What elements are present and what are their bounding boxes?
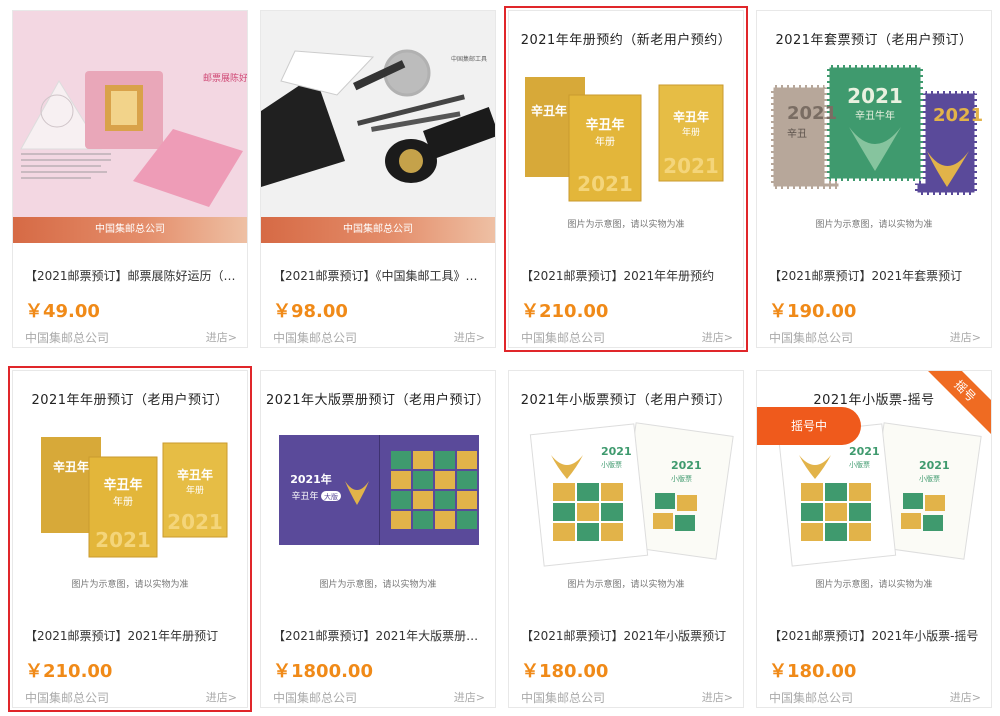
product-image[interactable]: 2021年套票预订（老用户预订） 2021 辛丑牛年 2021 辛丑 2021 … [757,11,991,243]
calendar-subtext: 邮票展陈好运历 [203,72,247,84]
enter-shop-link[interactable]: 进店> [454,689,485,705]
svg-text:年册: 年册 [113,495,133,508]
svg-text:辛丑牛年: 辛丑牛年 [855,109,895,122]
svg-text:辛丑年: 辛丑年 [673,109,709,124]
image-note: 图片为示意图，请以实物为准 [815,220,933,230]
shop-name: 中国集邮总公司 [25,331,110,345]
svg-text:小版票: 小版票 [671,474,692,483]
product-card-4[interactable]: 2021年套票预订（老用户预订） 2021 辛丑牛年 2021 辛丑 2021 … [756,10,992,348]
product-card-8[interactable]: 2021年小版票-摇号 2021 小版票 2021 小版票 摇号中 摇号 图片为… [756,370,992,708]
product-price: ￥210.00 [25,661,113,682]
product-image[interactable]: 2021年小版票-摇号 2021 小版票 2021 小版票 摇号中 摇号 图片为… [757,371,991,603]
svg-text:辛丑: 辛丑 [787,127,807,140]
svg-text:大版: 大版 [324,492,338,501]
svg-text:2021: 2021 [787,103,837,124]
image-title: 2021年大版票册预订（老用户预订） [265,393,491,408]
svg-text:2021: 2021 [663,154,719,178]
product-card-2[interactable]: 中国集邮工具 中国集邮总公司 【2021邮票预订】《中国集邮工具》… ￥98.0… [260,10,496,348]
svg-text:辛丑年: 辛丑年 [531,103,567,118]
product-name[interactable]: 【2021邮票预订】2021年套票预订 [769,267,983,284]
enter-shop-link[interactable]: 进店> [206,329,237,345]
svg-text:辛丑年: 辛丑年 [103,477,142,493]
svg-text:辛丑年: 辛丑年 [291,490,318,502]
image-note: 图片为示意图，请以实物为准 [319,580,437,590]
product-name[interactable]: 【2021邮票预订】2021年年册预订 [25,627,239,644]
product-card-5[interactable]: 2021年年册预订（老用户预订） 辛丑年 辛丑年 年册 2021 辛丑年 年册 … [8,366,252,712]
image-note: 图片为示意图，请以实物为准 [567,220,685,230]
image-note: 图片为示意图，请以实物为准 [567,580,685,590]
calendar-illustration: 邮票展陈好运历 [20,71,247,207]
product-price: ￥1800.00 [273,661,373,682]
product-price: ￥210.00 [521,301,609,322]
product-price: ￥98.00 [273,301,348,322]
lottery-status-badge: 摇号中 [757,407,861,445]
svg-text:2021: 2021 [671,459,702,472]
svg-text:2021: 2021 [919,459,950,472]
product-price: ￥190.00 [769,301,857,322]
product-name[interactable]: 【2021邮票预订】2021年大版票册预订 [273,627,487,644]
image-title: 2021年套票预订（老用户预订） [775,33,973,48]
product-name[interactable]: 【2021邮票预订】2021年年册预约 [521,267,735,284]
svg-text:年册: 年册 [682,126,700,138]
product-name[interactable]: 【2021邮票预订】2021年小版票预订 [521,627,735,644]
product-image[interactable]: 2021年年册预约（新老用户预约） 辛丑年 辛丑年 年册 2021 辛丑年 年册… [509,11,743,243]
shop-name: 中国集邮总公司 [521,331,606,345]
product-price: ￥49.00 [25,301,100,322]
image-title: 2021年年册预订（老用户预订） [31,393,229,408]
svg-text:辛丑年: 辛丑年 [585,117,624,133]
tools-subtext: 中国集邮工具 [451,55,487,63]
product-image[interactable]: 邮票展陈好运历 中国集邮总公司 [13,11,247,243]
product-card-3[interactable]: 2021年年册预约（新老用户预约） 辛丑年 辛丑年 年册 2021 辛丑年 年册… [504,6,748,352]
image-note: 图片为示意图，请以实物为准 [71,580,189,590]
publisher-banner: 中国集邮总公司 [13,217,247,243]
shop-name: 中国集邮总公司 [769,691,854,705]
product-image[interactable]: 2021年大版票册预订（老用户预订） 2021年 辛丑年 大版 图片为示意图，请… [261,371,495,603]
product-image[interactable]: 2021年年册预订（老用户预订） 辛丑年 辛丑年 年册 2021 辛丑年 年册 … [13,371,247,603]
image-title: 2021年小版票预订（老用户预订） [520,393,732,408]
product-card-6[interactable]: 2021年大版票册预订（老用户预订） 2021年 辛丑年 大版 图片为示意图，请… [260,370,496,708]
shop-name: 中国集邮总公司 [273,331,358,345]
product-image[interactable]: 中国集邮工具 中国集邮总公司 [261,11,495,243]
svg-text:小版票: 小版票 [849,460,870,469]
product-name[interactable]: 【2021邮票预订】2021年小版票-摇号 [769,627,983,644]
shop-name: 中国集邮总公司 [521,691,606,705]
svg-text:小版票: 小版票 [601,460,622,469]
svg-text:2021: 2021 [933,105,983,126]
shop-name: 中国集邮总公司 [25,691,110,705]
image-note: 图片为示意图，请以实物为准 [815,580,933,590]
svg-text:小版票: 小版票 [919,474,940,483]
product-name[interactable]: 【2021邮票预订】邮票展陈好运历（… [25,267,239,284]
product-price: ￥180.00 [769,661,857,682]
product-price: ￥180.00 [521,661,609,682]
publisher-banner: 中国集邮总公司 [261,217,495,243]
product-image[interactable]: 2021年小版票预订（老用户预订） 2021 小版票 2021 小版票 图片为示… [509,371,743,603]
svg-text:2021: 2021 [167,510,223,534]
enter-shop-link[interactable]: 进店> [702,329,733,345]
svg-text:年册: 年册 [595,135,615,148]
svg-text:2021: 2021 [95,528,151,552]
svg-text:2021年: 2021年 [290,472,332,486]
enter-shop-link[interactable]: 进店> [950,329,981,345]
product-card-7[interactable]: 2021年小版票预订（老用户预订） 2021 小版票 2021 小版票 图片为示… [508,370,744,708]
svg-text:2021: 2021 [849,445,880,458]
svg-text:2021: 2021 [577,172,633,196]
svg-text:辛丑年: 辛丑年 [53,459,89,474]
svg-text:2021: 2021 [601,445,632,458]
shop-name: 中国集邮总公司 [273,691,358,705]
shop-name: 中国集邮总公司 [769,331,854,345]
svg-text:2021: 2021 [847,84,903,108]
enter-shop-link[interactable]: 进店> [702,689,733,705]
product-name[interactable]: 【2021邮票预订】《中国集邮工具》… [273,267,487,284]
tools-illustration: 中国集邮工具 [261,49,495,187]
enter-shop-link[interactable]: 进店> [950,689,981,705]
svg-text:辛丑年: 辛丑年 [177,467,213,482]
enter-shop-link[interactable]: 进店> [454,329,485,345]
svg-text:年册: 年册 [186,484,204,496]
enter-shop-link[interactable]: 进店> [206,689,237,705]
image-title: 2021年年册预约（新老用户预约） [520,33,732,48]
product-card-1[interactable]: 邮票展陈好运历 中国集邮总公司 【2021邮票预订】邮票展陈好运历（… ￥49.… [12,10,248,348]
